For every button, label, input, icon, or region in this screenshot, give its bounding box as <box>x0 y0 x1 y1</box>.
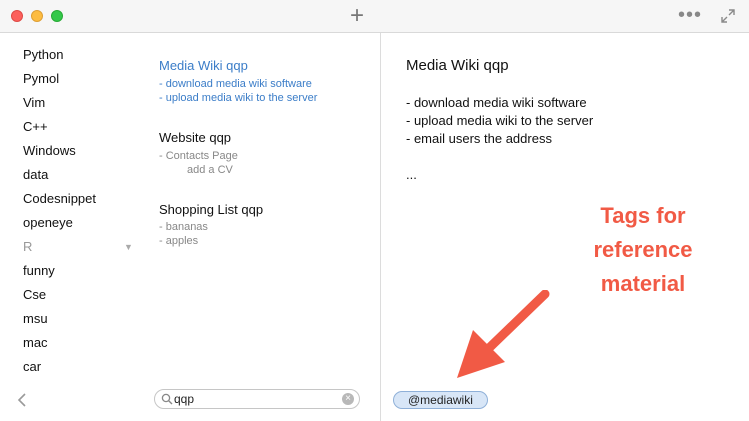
annotation-callout: Tags for reference material <box>563 199 723 301</box>
annotation-line: material <box>600 271 686 296</box>
search-icon <box>161 393 173 405</box>
chevron-down-icon[interactable]: ▼ <box>124 242 133 252</box>
note-preview-line: - bananas <box>159 221 208 233</box>
ellipsis-icon[interactable]: ••• <box>678 2 702 28</box>
note-preview-line: - Contacts Page <box>159 150 238 162</box>
note-preview-line: - apples <box>159 235 199 247</box>
annotation-arrow-icon <box>457 290 550 378</box>
plus-icon[interactable]: + <box>350 2 364 30</box>
clear-search-icon[interactable]: × <box>342 393 354 405</box>
expand-icon[interactable] <box>720 8 736 24</box>
sidebar-item-python[interactable]: Python <box>23 47 63 63</box>
sidebar-item-codesnippet[interactable]: Codesnippet <box>23 191 96 207</box>
note-list: Media Wiki qqp - download media wiki sof… <box>145 33 381 421</box>
editor-line[interactable]: - email users the address <box>406 131 552 147</box>
editor-line[interactable]: ... <box>406 167 417 183</box>
note-title: Media Wiki qqp <box>159 58 248 73</box>
annotation-line: Tags for <box>600 203 686 228</box>
sidebar-item-data[interactable]: data <box>23 167 48 183</box>
note-tag-pill[interactable]: @mediawiki <box>393 391 488 409</box>
sidebar-item-cse[interactable]: Cse <box>23 287 46 303</box>
editor-title[interactable]: Media Wiki qqp <box>406 57 509 74</box>
close-window-button[interactable] <box>11 10 23 22</box>
annotation-line: reference <box>593 237 693 262</box>
minimize-window-button[interactable] <box>31 10 43 22</box>
note-preview-line: - download media wiki software <box>159 78 312 90</box>
editor-line[interactable]: - download media wiki software <box>406 95 587 111</box>
sidebar-item-r[interactable]: R <box>23 239 32 255</box>
sidebar-item-cpp[interactable]: C++ <box>23 119 48 135</box>
zoom-window-button[interactable] <box>51 10 63 22</box>
sidebar-item-vim[interactable]: Vim <box>23 95 45 111</box>
sidebar-item-openeye[interactable]: openeye <box>23 215 73 231</box>
search-input[interactable] <box>174 391 334 407</box>
note-editor[interactable]: Media Wiki qqp - download media wiki sof… <box>381 33 749 421</box>
sidebar-item-pymol[interactable]: Pymol <box>23 71 59 87</box>
note-title: Shopping List qqp <box>159 202 264 217</box>
sidebar-item-funny[interactable]: funny <box>23 263 55 279</box>
tag-sidebar: Python Pymol Vim C++ Windows data Codesn… <box>0 33 145 421</box>
sidebar-item-msu[interactable]: msu <box>23 311 48 327</box>
editor-line[interactable]: - upload media wiki to the server <box>406 113 593 129</box>
title-bar: + ••• <box>0 0 749 33</box>
sidebar-item-windows[interactable]: Windows <box>23 143 76 159</box>
note-title: Website qqp <box>159 130 232 145</box>
note-preview-line: - upload media wiki to the server <box>159 92 318 104</box>
sidebar-item-mac[interactable]: mac <box>23 335 48 351</box>
sidebar-item-car[interactable]: car <box>23 359 41 375</box>
chevron-left-icon[interactable] <box>16 393 28 407</box>
note-preview-line: add a CV <box>187 164 233 176</box>
search-field[interactable]: × <box>154 389 360 409</box>
